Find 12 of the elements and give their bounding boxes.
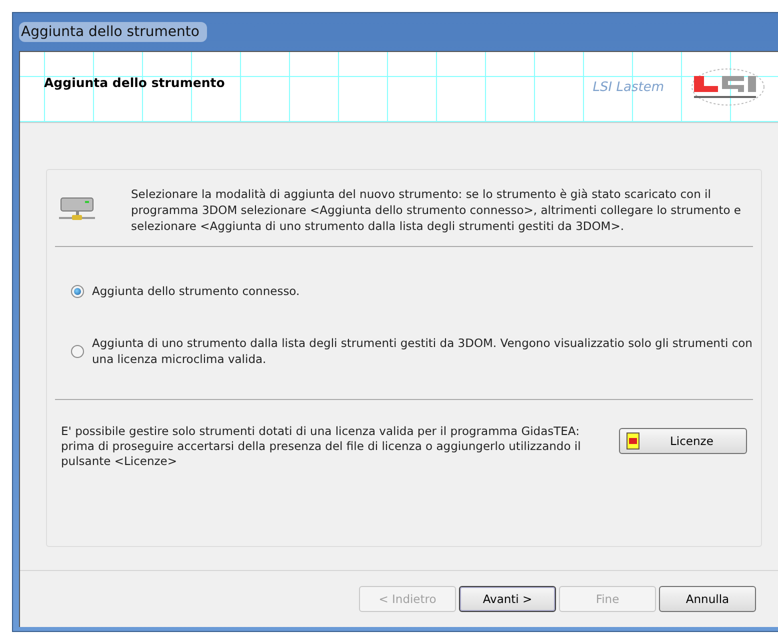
wizard-button[interactable]: Annulla <box>659 586 756 612</box>
header-title: Aggiunta dello strumento <box>44 74 226 90</box>
license-file-icon <box>626 432 640 450</box>
option-label: Aggiunta dello strumento connesso. <box>92 283 300 299</box>
wizard-button[interactable]: Avanti > <box>459 586 556 612</box>
radio-button[interactable] <box>71 284 84 298</box>
window-title: Aggiunta dello strumento <box>19 22 208 42</box>
radio-option[interactable]: Aggiunta dello strumento connesso. <box>71 283 753 299</box>
instruction-text: Selezionare la modalità di aggiunta del nuovo strumento: se lo strumento è già stato scaricato con il programma 3DOM selezionare <Aggiunta dello strumento connesso>, altrimenti collegare lo strumento e selezionare <Aggiunta di uno strumento dalla lista degli strumenti gestiti da 3DOM>. <box>131 186 742 234</box>
licenses-button[interactable]: Licenze <box>619 428 747 454</box>
license-note: E' possibile gestire solo strumenti dotati di una licenza valida per il programma GidasTEA: prima di proseguire accertarsi della presenza del file di licenza o aggiungerlo utilizzando il pulsante <Licenze> <box>61 424 582 469</box>
radio-button[interactable] <box>71 344 84 358</box>
